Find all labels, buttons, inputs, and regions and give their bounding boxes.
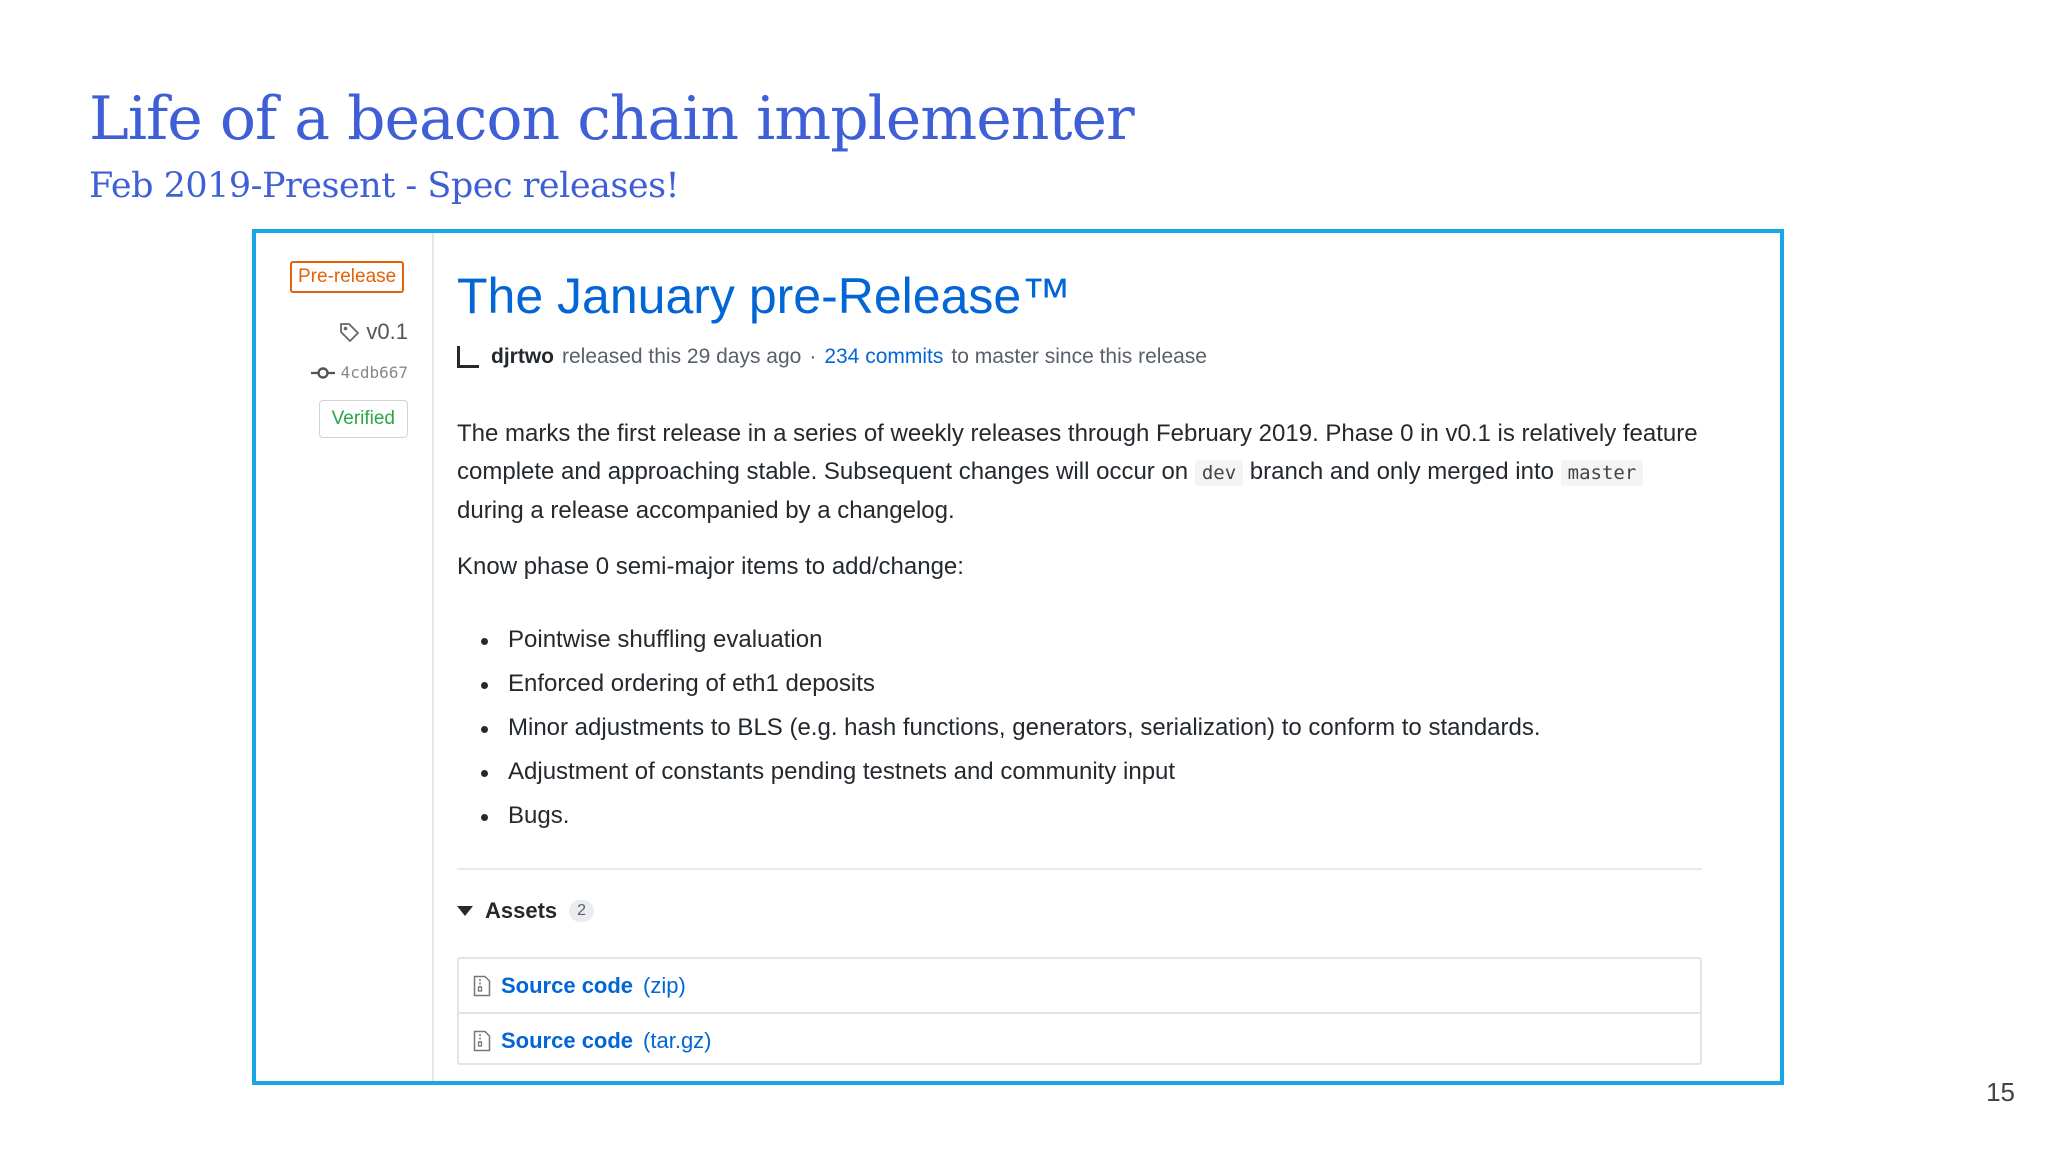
release-description: The marks the first release in a series … [457, 415, 1707, 530]
tag-link[interactable]: v0.1 [338, 319, 408, 345]
description-text-3: during a release accompanied by a change… [457, 497, 955, 524]
tag-label: v0.1 [366, 319, 408, 344]
meta-separator: · [809, 345, 817, 368]
commits-link[interactable]: 234 commits [824, 345, 943, 369]
commit-hash: 4cdb667 [340, 363, 408, 382]
file-zip-icon [473, 1030, 491, 1051]
code-dev: dev [1194, 460, 1244, 486]
page-number: 15 [1986, 1077, 2015, 1107]
caret-down-icon [457, 906, 473, 916]
verified-badge[interactable]: Verified [318, 400, 408, 438]
released-text: released this 29 days ago [562, 345, 802, 368]
slide-subtitle: Feb 2019-Present - Spec releases! [89, 166, 680, 206]
commit-icon [310, 366, 335, 379]
items-heading: Know phase 0 semi-major items to add/cha… [457, 553, 964, 580]
divider [457, 868, 1702, 870]
asset-name: Source code [501, 1027, 634, 1053]
file-zip-icon [473, 975, 491, 996]
assets-toggle[interactable]: Assets 2 [457, 898, 595, 924]
asset-ext: (tar.gz) [643, 1027, 712, 1053]
assets-count-badge: 2 [569, 900, 595, 922]
assets-list: Source code (zip) Source code (tar.gz) [457, 957, 1702, 1065]
list-item: Pointwise shuffling evaluation [457, 618, 1541, 662]
asset-row-targz[interactable]: Source code (tar.gz) [459, 1012, 1700, 1067]
avatar[interactable] [457, 346, 479, 368]
list-item: Bugs. [457, 794, 1541, 838]
asset-row-zip[interactable]: Source code (zip) [459, 959, 1700, 1012]
asset-name: Source code [501, 972, 634, 998]
release-meta: djrtwo released this 29 days ago · 234 c… [457, 345, 1207, 369]
commit-link[interactable]: 4cdb667 [310, 363, 408, 382]
list-item: Adjustment of constants pending testnets… [457, 750, 1541, 794]
asset-ext: (zip) [643, 972, 686, 998]
release-screenshot-frame: Pre-release v0.1 4cdb667 Verified The Ja… [252, 229, 1784, 1085]
prerelease-badge: Pre-release [290, 261, 405, 293]
author-link[interactable]: djrtwo [491, 345, 554, 369]
commits-suffix: to master since this release [951, 345, 1207, 368]
assets-label: Assets [485, 898, 558, 923]
code-master: master [1560, 460, 1644, 486]
release-sidebar: Pre-release v0.1 4cdb667 Verified [256, 233, 434, 1081]
list-item: Minor adjustments to BLS (e.g. hash func… [457, 706, 1541, 750]
description-text-2: branch and only merged into [1243, 458, 1561, 485]
list-item: Enforced ordering of eth1 deposits [457, 662, 1541, 706]
tag-icon [340, 323, 360, 342]
release-title[interactable]: The January pre-Release™ [457, 267, 1071, 325]
slide-title: Life of a beacon chain implementer [89, 84, 1135, 154]
items-list: Pointwise shuffling evaluation Enforced … [457, 618, 1541, 838]
